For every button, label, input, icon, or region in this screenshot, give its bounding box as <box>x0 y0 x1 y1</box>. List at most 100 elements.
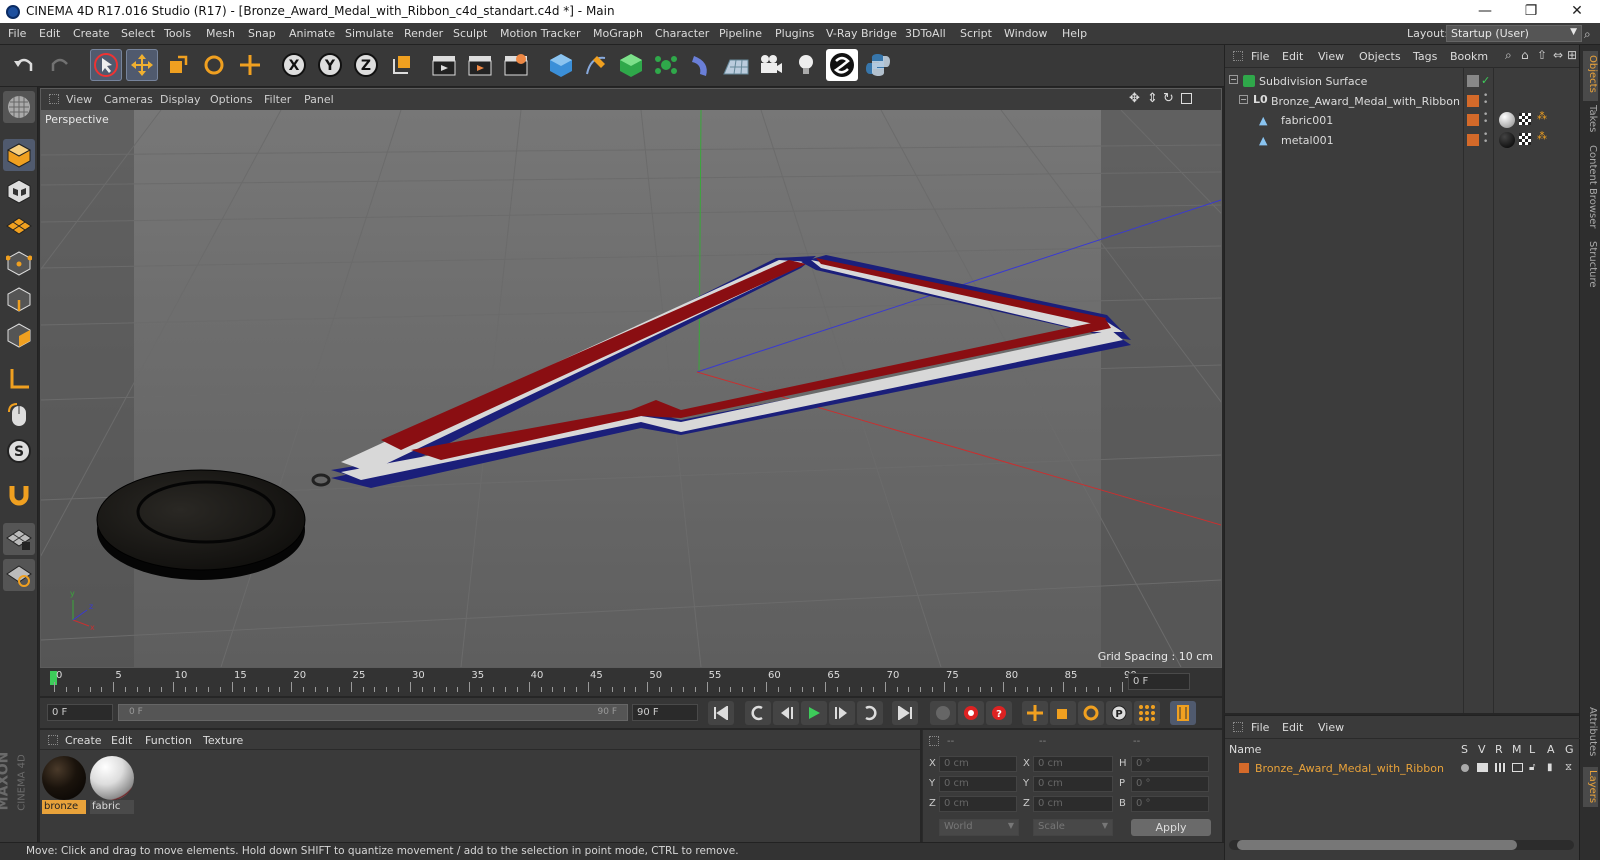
pos-y-field[interactable]: 0 cm <box>939 776 1017 792</box>
menu-tools[interactable]: Tools <box>164 27 191 40</box>
tab-attributes[interactable]: Attributes <box>1583 707 1598 756</box>
add-generator-button[interactable] <box>615 49 647 81</box>
add-light-button[interactable] <box>790 49 822 81</box>
menu-plugins[interactable]: Plugins <box>775 27 814 40</box>
add-cube-button[interactable] <box>545 49 577 81</box>
key-pla-button[interactable] <box>1134 701 1160 725</box>
rotate-view-icon[interactable]: ↻ <box>1163 91 1174 106</box>
viewport-menu-options[interactable]: Options <box>210 93 252 106</box>
size-mode-dropdown[interactable]: Scale ▼ <box>1033 819 1113 836</box>
material-menu-function[interactable]: Function <box>145 734 192 747</box>
redo-button[interactable] <box>44 49 76 81</box>
tab-content-browser[interactable]: Content Browser <box>1583 145 1598 228</box>
record-keys-disabled-button[interactable] <box>930 701 956 725</box>
autokeying-button[interactable]: ? <box>986 701 1012 725</box>
layer-col-locked[interactable]: L <box>1529 743 1535 756</box>
tab-takes[interactable]: Takes <box>1583 105 1598 132</box>
tab-structure[interactable]: Structure <box>1583 241 1598 288</box>
horizontal-scrollbar[interactable] <box>1229 840 1574 850</box>
object-menu-bookmarks[interactable]: Bookm <box>1450 50 1488 63</box>
layer-col-render[interactable]: R <box>1495 743 1503 756</box>
material-tag-fabric[interactable] <box>1499 112 1515 128</box>
object-row-fabric001[interactable]: ▲ fabric001 • • ⁂ <box>1225 111 1580 131</box>
navigate-up-icon[interactable]: ⇧ <box>1537 48 1547 62</box>
menu-animate[interactable]: Animate <box>289 27 335 40</box>
z-axis-lock-button[interactable]: Z <box>350 49 382 81</box>
close-button[interactable]: ✕ <box>1554 0 1600 23</box>
timeline-window-button[interactable] <box>1170 701 1196 725</box>
go-to-start-button[interactable] <box>708 701 734 725</box>
material-tag-bronze[interactable] <box>1499 132 1515 148</box>
object-menu-edit[interactable]: Edit <box>1282 50 1303 63</box>
tab-objects[interactable]: Objects <box>1583 51 1598 101</box>
menu-file[interactable]: File <box>8 27 26 40</box>
layer-col-generators[interactable]: G <box>1565 743 1574 756</box>
maximize-button[interactable]: ❐ <box>1508 0 1554 23</box>
material-menu-create[interactable]: Create <box>65 734 102 747</box>
coordinate-space-dropdown[interactable]: World ▼ <box>939 819 1019 836</box>
texture-mode-button[interactable] <box>3 175 35 207</box>
record-active-objects-button[interactable] <box>958 701 984 725</box>
size-x-field[interactable]: 0 cm <box>1033 756 1113 772</box>
key-position-button[interactable] <box>1022 701 1048 725</box>
enabled-check-icon[interactable]: ✓ <box>1481 74 1490 87</box>
menu-vray-bridge[interactable]: V-Ray Bridge <box>826 27 897 40</box>
generator-icon[interactable]: ⧖ <box>1565 762 1572 773</box>
move-tool-button[interactable] <box>126 49 158 81</box>
tweak-mode-button[interactable] <box>3 399 35 431</box>
viewport-canvas[interactable]: y x z Perspective Grid Spacing : 10 cm <box>41 110 1221 667</box>
vray-button[interactable] <box>826 49 858 81</box>
drag-handle-icon[interactable] <box>1233 51 1243 61</box>
menu-mesh[interactable]: Mesh <box>206 27 235 40</box>
make-editable-button[interactable] <box>3 91 35 123</box>
object-row-bronze-award-medal[interactable]: − L0 Bronze_Award_Medal_with_Ribbon • • <box>1225 92 1580 112</box>
workplane-mode-button[interactable] <box>3 211 35 243</box>
layer-menu-edit[interactable]: Edit <box>1282 721 1303 734</box>
layer-color-swatch[interactable] <box>1239 763 1249 773</box>
render-picture-viewer-button[interactable] <box>464 49 496 81</box>
new-view-icon[interactable]: ⊞ <box>1567 48 1577 62</box>
add-camera-button[interactable] <box>755 49 787 81</box>
current-frame-field[interactable]: 0 F <box>1128 673 1190 690</box>
solo-mode-button[interactable]: S <box>3 435 35 467</box>
viewport-menu-panel[interactable]: Panel <box>304 93 334 106</box>
menu-mograph[interactable]: MoGraph <box>593 27 643 40</box>
tab-layers[interactable]: Layers <box>1583 767 1598 807</box>
menu-help[interactable]: Help <box>1062 27 1087 40</box>
start-frame-field[interactable]: 0 F <box>47 704 113 721</box>
apply-button[interactable]: Apply <box>1131 819 1211 836</box>
preview-range-slider[interactable]: 0 F 90 F <box>118 704 628 721</box>
scrollbar-thumb[interactable] <box>1237 840 1517 850</box>
menu-window[interactable]: Window <box>1004 27 1047 40</box>
rotate-tool-button[interactable] <box>198 49 230 81</box>
go-to-end-button[interactable] <box>892 701 918 725</box>
python-script-button[interactable] <box>862 49 894 81</box>
object-menu-objects[interactable]: Objects <box>1359 50 1401 63</box>
visibility-dots-icon[interactable]: • • <box>1483 92 1488 108</box>
render-view-button[interactable] <box>428 49 460 81</box>
axis-mode-button[interactable] <box>3 363 35 395</box>
layer-col-solo[interactable]: S <box>1461 743 1468 756</box>
object-menu-tags[interactable]: Tags <box>1413 50 1437 63</box>
visibility-dots-icon[interactable]: • • <box>1483 131 1488 147</box>
x-axis-lock-button[interactable]: X <box>278 49 310 81</box>
scale-tool-button[interactable] <box>162 49 194 81</box>
size-z-field[interactable]: 0 cm <box>1033 796 1113 812</box>
menu-character[interactable]: Character <box>655 27 709 40</box>
layer-row[interactable]: Bronze_Award_Medal_with_Ribbon 🔓︎ ▮ ⧖ <box>1225 759 1580 779</box>
material-menu-edit[interactable]: Edit <box>111 734 132 747</box>
viewport-menu-display[interactable]: Display <box>160 93 201 106</box>
add-deformer-button[interactable] <box>685 49 717 81</box>
material-fabric[interactable]: fabric <box>90 756 134 814</box>
menu-sculpt[interactable]: Sculpt <box>453 27 487 40</box>
layer-col-manager[interactable]: M <box>1512 743 1522 756</box>
menu-pipeline[interactable]: Pipeline <box>719 27 762 40</box>
rot-b-field[interactable]: 0 ° <box>1131 796 1209 812</box>
end-frame-field[interactable]: 90 F <box>632 704 698 721</box>
snap-button[interactable] <box>3 479 35 511</box>
menu-edit[interactable]: Edit <box>39 27 60 40</box>
planar-workplane-button[interactable] <box>3 559 35 591</box>
layer-color-swatch[interactable] <box>1467 95 1479 107</box>
layout-dropdown[interactable]: Startup (User) ▼ <box>1446 25 1582 42</box>
live-selection-button[interactable] <box>90 49 122 81</box>
